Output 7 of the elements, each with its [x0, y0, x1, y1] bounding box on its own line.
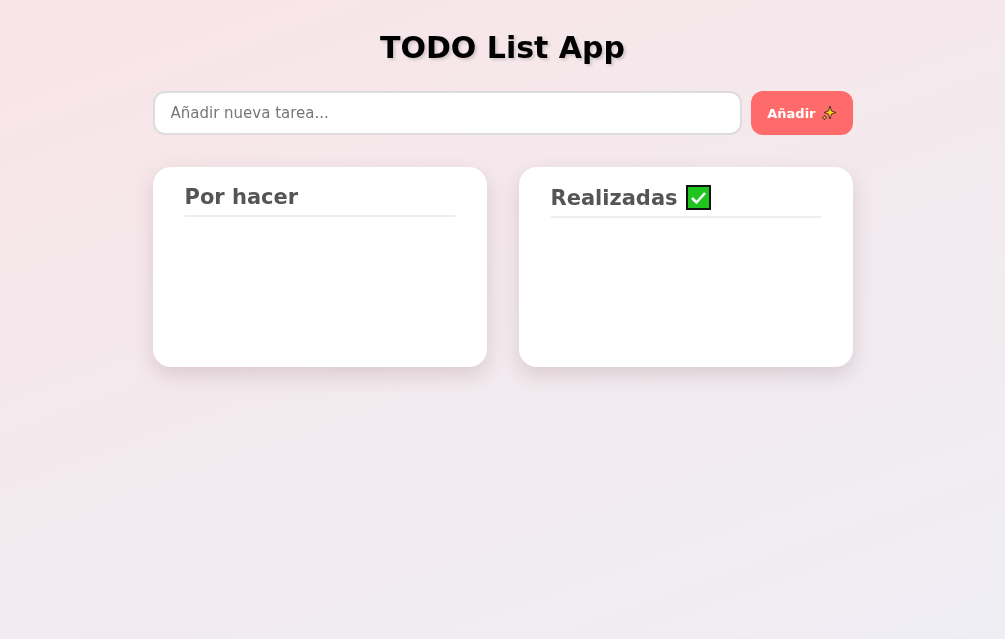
column-title: Realizadas: [550, 185, 678, 210]
add-button[interactable]: Añadir: [751, 91, 853, 135]
sparkle-icon: [820, 105, 837, 121]
column-title: Por hacer: [184, 185, 299, 209]
check-icon: [685, 185, 711, 210]
app-title: TODO List App: [380, 30, 625, 65]
new-task-field[interactable]: Añadir nueva tarea...: [152, 91, 743, 135]
